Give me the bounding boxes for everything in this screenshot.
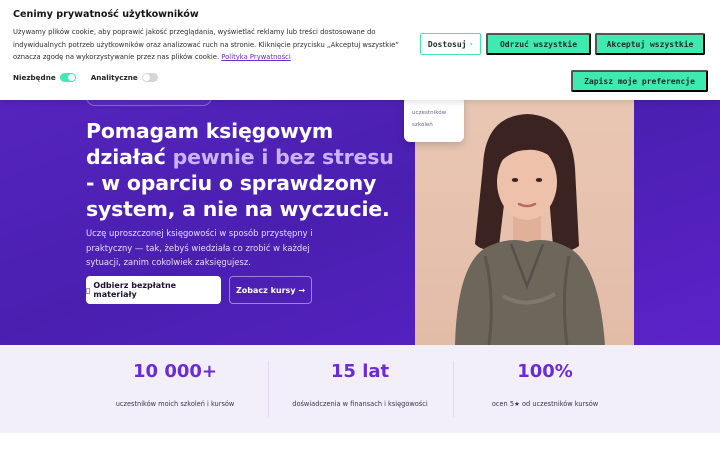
toggle-necessary[interactable] xyxy=(59,73,76,82)
customize-label: Dostosuj xyxy=(427,39,467,49)
stat-ratings: 100% ocen 5★ od uczestników kursów xyxy=(452,345,638,433)
reject-all-button[interactable]: Odrzuć wszystkie xyxy=(486,33,591,55)
stat-label: uczestników moich szkoleń i kursów xyxy=(115,400,235,408)
stat-value: 10 000+ xyxy=(133,361,217,382)
see-courses-button[interactable]: Zobacz kursy → xyxy=(229,276,312,304)
cookie-title: Cenimy prywatność użytkowników xyxy=(13,9,199,20)
hero-title: Pomagam księgowym działać pewnie i bez s… xyxy=(86,118,406,222)
stats-float-card: uczestników szkoleń xyxy=(404,96,464,142)
stat-experience: 15 lat doświadczenia w finansach i księg… xyxy=(267,345,453,433)
stat-label: doświadczenia w finansach i księgowości xyxy=(292,400,428,408)
save-preferences-button[interactable]: Zapisz moje preferencje xyxy=(571,70,708,92)
hero-title-part2: - w oparciu o sprawdzony system, a nie n… xyxy=(86,171,390,221)
toggle-necessary-label: Niezbędne xyxy=(13,73,56,82)
cookie-text-body: Używamy plików cookie, aby poprawić jako… xyxy=(13,28,399,62)
free-materials-button[interactable]: ▯ Odbierz bezpłatne materiały xyxy=(86,276,221,304)
stat-label: ocen 5★ od uczestników kursów xyxy=(491,400,599,408)
stat-value: 100% xyxy=(517,361,573,382)
stat-participants: 10 000+ uczestników moich szkoleń i kurs… xyxy=(83,345,268,433)
cookie-text: Używamy plików cookie, aby poprawić jako… xyxy=(13,26,413,64)
toggle-analytics-label: Analityczne xyxy=(90,73,138,82)
chevron-down-icon: ▾ xyxy=(469,40,474,48)
hero-description: Uczę uproszczonej księgowości w sposób p… xyxy=(86,228,313,267)
float-card-line1: uczestników xyxy=(412,110,447,116)
free-materials-label: Odbierz bezpłatne materiały xyxy=(93,281,177,299)
stats-section: 10 000+ uczestników moich szkoleń i kurs… xyxy=(0,345,720,433)
float-card-line2: szkoleń xyxy=(412,122,433,128)
toggle-analytics[interactable] xyxy=(141,73,158,82)
privacy-policy-link[interactable]: Polityka Prywatności xyxy=(221,53,290,61)
accept-all-button[interactable]: Akceptuj wszystkie xyxy=(595,33,705,55)
hero-title-accent: pewnie i bez stresu xyxy=(172,145,394,169)
cookie-toggles: Niezbędne Analityczne xyxy=(13,73,173,82)
next-section-strip xyxy=(0,433,720,450)
gift-icon: ▯ xyxy=(86,285,91,295)
cookie-banner: Cenimy prywatność użytkowników Używamy p… xyxy=(0,0,720,100)
stat-value: 15 lat xyxy=(330,361,390,382)
customize-button[interactable]: Dostosuj ▾ xyxy=(420,33,481,55)
